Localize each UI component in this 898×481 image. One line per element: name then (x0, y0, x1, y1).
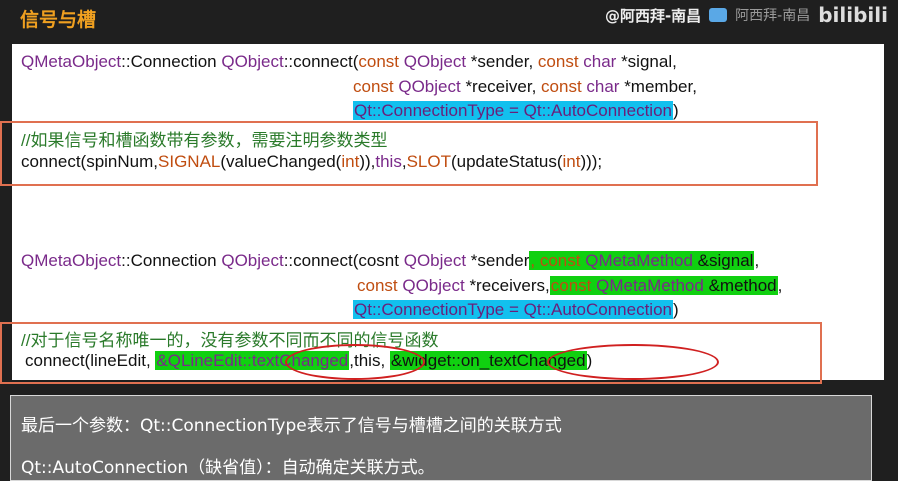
slide-title: 信号与槽 (20, 9, 97, 31)
watermark-handle: @阿西拜-南昌 (604, 6, 702, 25)
note-line: 最后一个参数：Qt::ConnectionType表示了信号与槽槽之间的关联方式 (21, 416, 562, 436)
code-line: const QObject *receiver, const char *mem… (353, 77, 697, 96)
code-line: connect(spinNum,SIGNAL(valueChanged(int)… (21, 152, 603, 171)
bilibili-tv-icon (709, 8, 728, 22)
bilibili-logo: bilibili (818, 3, 888, 27)
code-panel: QMetaObject::Connection QObject::connect… (0, 44, 884, 384)
watermark: @阿西拜-南昌 阿西拜-南昌 bilibili (605, 3, 888, 27)
code-line: Qt::ConnectionType = Qt::AutoConnection) (353, 101, 679, 120)
watermark-ghost: 阿西拜-南昌 (735, 8, 811, 24)
connection-type-highlight: Qt::ConnectionType = Qt::AutoConnection (353, 300, 673, 319)
note-box: 最后一个参数：Qt::ConnectionType表示了信号与槽槽之间的关联方式… (10, 395, 872, 481)
connection-type-highlight: Qt::ConnectionType = Qt::AutoConnection (353, 101, 673, 120)
annotation-circle (285, 344, 425, 380)
code-line: QMetaObject::Connection QObject::connect… (21, 52, 677, 71)
annotation-circle (547, 344, 719, 380)
code-line: Qt::ConnectionType = Qt::AutoConnection) (353, 300, 679, 319)
note-line: Qt::AutoConnection（缺省值）：自动确定关联方式。 (21, 458, 435, 478)
code-line: const QObject *receivers,const QMetaMeth… (357, 276, 783, 295)
code-line: QMetaObject::Connection QObject::connect… (21, 251, 760, 270)
code-comment: //如果信号和槽函数带有参数，需要注明参数类型 (21, 131, 388, 150)
